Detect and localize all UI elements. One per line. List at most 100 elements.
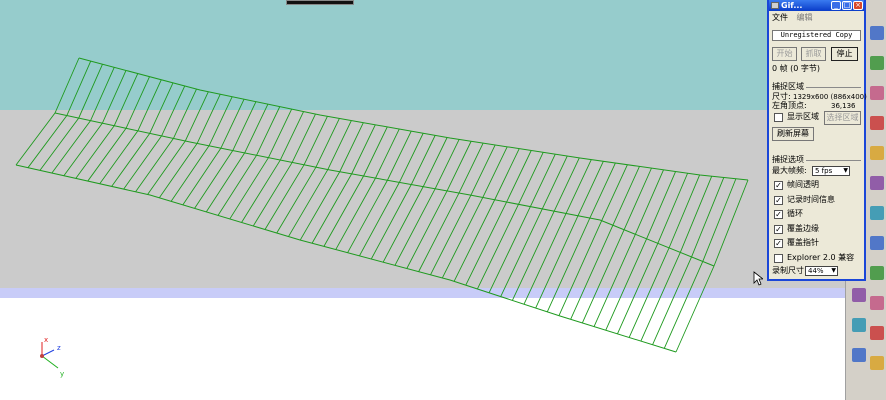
toolbar-tool-icon[interactable] xyxy=(870,356,884,370)
option-checkbox[interactable] xyxy=(774,253,783,263)
maximize-icon[interactable]: □ xyxy=(842,1,852,10)
mesh-line xyxy=(418,142,484,272)
mesh-line xyxy=(430,144,496,276)
toolbar-tool-icon[interactable] xyxy=(852,318,866,332)
toolbar-tool-icon[interactable] xyxy=(870,236,884,250)
mesh-line xyxy=(523,159,592,305)
mesh-line xyxy=(370,135,436,260)
capture-area-label: 捕捉区域 xyxy=(772,82,806,92)
axis-x-label: x xyxy=(44,336,48,344)
option-checkbox[interactable]: ✓ xyxy=(774,195,783,205)
mesh-line xyxy=(264,116,328,230)
mesh-line xyxy=(477,152,544,290)
mesh-line xyxy=(288,120,352,237)
axis-z-label: z xyxy=(57,344,61,352)
gif-capture-window: Gif... _ □ × 文件 编辑 Unregistered Copy 开始 … xyxy=(767,0,867,281)
option-checkbox[interactable]: ✓ xyxy=(774,181,783,190)
record-size-value: 44% xyxy=(808,267,824,275)
mesh-line xyxy=(581,167,652,324)
mesh-line xyxy=(394,139,460,266)
toolbar-tool-icon[interactable] xyxy=(870,116,884,130)
mesh-line xyxy=(453,148,520,282)
mesh-line xyxy=(335,128,400,250)
toolbar-tool-icon[interactable] xyxy=(870,266,884,280)
mesh-line xyxy=(311,124,376,244)
mesh-line xyxy=(241,111,304,223)
mesh-edge xyxy=(15,164,677,353)
mesh-line xyxy=(347,130,412,253)
max-fps-select[interactable]: 5 fps ▼ xyxy=(812,166,850,176)
close-icon[interactable]: × xyxy=(853,1,863,10)
toolbar-tool-icon[interactable] xyxy=(852,348,866,362)
mesh-line xyxy=(570,166,640,320)
wireframe-mesh xyxy=(15,57,749,353)
mesh-line xyxy=(441,146,508,279)
mesh-edge xyxy=(54,112,715,267)
start-button[interactable]: 开始 xyxy=(772,47,797,61)
topleft-label: 左角顶点: xyxy=(772,101,807,110)
toolbar-tool-icon[interactable] xyxy=(870,26,884,40)
toolbar-tool-icon[interactable] xyxy=(870,296,884,310)
option-checkbox[interactable]: ✓ xyxy=(774,224,783,234)
option-checkbox[interactable]: ✓ xyxy=(774,210,783,219)
axis-triad-icon: x z y xyxy=(40,336,64,378)
max-fps-value: 5 fps xyxy=(815,167,833,175)
mesh-line xyxy=(535,161,604,309)
mesh-line xyxy=(323,126,388,247)
toolbar-tool-icon[interactable] xyxy=(870,206,884,220)
mesh-line xyxy=(406,141,472,269)
app-icon xyxy=(771,2,779,9)
mesh-line xyxy=(276,118,340,234)
toolbar-tool-icon[interactable] xyxy=(870,86,884,100)
mesh-line xyxy=(299,122,364,241)
topleft-value: 36,136 xyxy=(831,102,856,110)
axis-y-label: y xyxy=(60,370,64,378)
option-label: Explorer 2.0 兼容 xyxy=(787,252,855,262)
toolbar-tool-icon[interactable] xyxy=(870,176,884,190)
menu-file[interactable]: 文件 xyxy=(772,12,788,23)
option-label: 帧间透明 xyxy=(787,180,819,189)
mesh-line xyxy=(558,164,628,316)
max-fps-label: 最大帧频: xyxy=(772,166,807,175)
select-area-button[interactable]: 选择区域 xyxy=(824,111,861,125)
window-title: Gif... xyxy=(781,1,803,10)
stop-button[interactable]: 停止 xyxy=(831,47,858,61)
mesh-line xyxy=(500,155,568,297)
mesh-line xyxy=(593,169,664,327)
toolbar-tool-icon[interactable] xyxy=(852,288,866,302)
toolbar-tool-icon[interactable] xyxy=(870,326,884,340)
refresh-screen-button[interactable]: 刷新屏幕 xyxy=(772,127,814,141)
unregistered-banner: Unregistered Copy xyxy=(772,30,861,41)
mesh-line xyxy=(511,157,580,301)
record-size-label: 录制尺寸 xyxy=(772,266,804,275)
show-area-label: 显示区域 xyxy=(787,112,819,121)
capture-options-label: 捕捉选项 xyxy=(772,155,806,165)
capture-button[interactable]: 抓取 xyxy=(801,47,826,61)
option-label: 记录时间信息 xyxy=(787,194,835,204)
mesh-line xyxy=(359,133,424,257)
mesh-line xyxy=(382,137,448,263)
mesh-line xyxy=(488,153,556,293)
dropdown-arrow-icon: ▼ xyxy=(843,167,848,174)
menu-bar: 文件 编辑 xyxy=(769,12,864,23)
mesh-edge xyxy=(78,57,749,181)
mesh-line xyxy=(617,173,689,335)
dropdown-arrow-icon: ▼ xyxy=(831,267,836,274)
menu-edit[interactable]: 编辑 xyxy=(797,12,813,23)
option-label: 覆盖指针 xyxy=(787,238,819,247)
mouse-pointer-icon xyxy=(753,271,763,286)
toolbar-tool-icon[interactable] xyxy=(870,146,884,160)
mesh-line xyxy=(252,113,316,227)
option-checkbox[interactable]: ✓ xyxy=(774,239,783,248)
toolbar-tool-icon[interactable] xyxy=(870,56,884,70)
mesh-line xyxy=(465,150,532,286)
mesh-line xyxy=(217,106,281,216)
mesh-line xyxy=(546,162,616,313)
mesh-line xyxy=(605,171,676,331)
record-size-select[interactable]: 44% ▼ xyxy=(805,266,838,276)
show-area-checkbox[interactable] xyxy=(774,113,783,122)
cad-viewport[interactable]: x z y Gif... _ □ × 文件 编辑 Unregistered Co… xyxy=(0,0,886,400)
option-label: 循环 xyxy=(787,209,803,218)
minimize-icon[interactable]: _ xyxy=(831,1,841,10)
mesh-line xyxy=(229,108,293,220)
